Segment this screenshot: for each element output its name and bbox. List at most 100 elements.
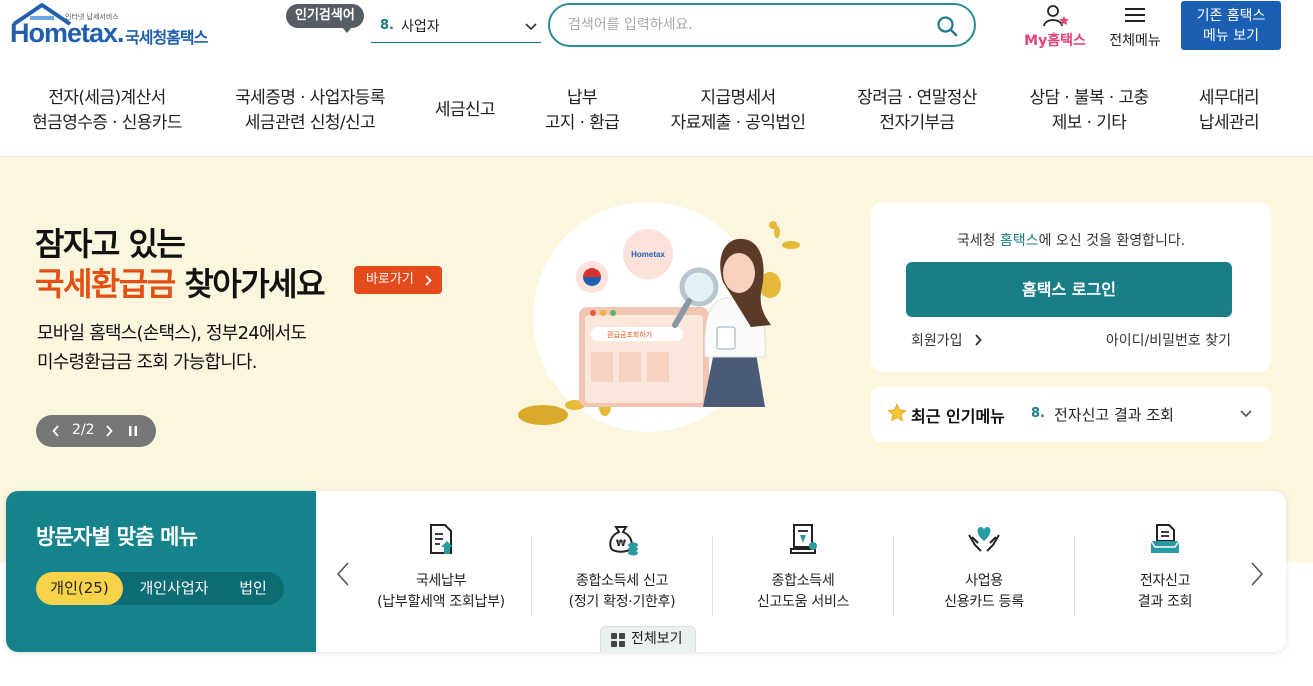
chevron-right-icon [425,275,432,286]
welcome-post: 에 오신 것을 환영합니다. [1038,233,1186,249]
tab-corporation[interactable]: 법인 [226,572,280,605]
popular-search-select[interactable]: 8. 사업자 [371,10,541,43]
recent-menu-title: 최근 인기메뉴 [911,407,1005,426]
banner-description: 모바일 홈택스(손택스), 정부24에서도 미수령환급금 조회 가능합니다. [37,319,307,377]
old-hometax-menu-button[interactable]: 기존 홈택스 메뉴 보기 [1181,1,1281,50]
logo-wordmark: Hometax. [10,18,125,48]
visitor-custom-menu: 방문자별 맞춤 메뉴 개인(25) 개인사업자 법인 국세납부 (납부할세액 조회… [6,491,1286,652]
hometax-logo[interactable]: 인터넷 납세서비스 Hometax. 국세청홈택스 [8,2,228,52]
nav-label-line: 세금관련 신청/신고 [244,113,376,133]
banner-desc-line: 미수령환급금 조회 가능합니다. [37,352,257,373]
nav-certificates[interactable]: 국세증명 · 사업자등록 세금관련 신청/신고 [235,86,385,136]
nav-label-line: 지급명세서 [700,88,776,108]
nav-label-line: 세금신고 [434,100,496,120]
login-card: 국세청 홈택스에 오신 것을 환영합니다. 홈택스 로그인 회원가입 아이디/비… [871,202,1271,372]
chevron-right-icon [975,334,982,346]
nav-label-line: 현금영수증 · 신용카드 [32,113,182,133]
search-icon[interactable] [936,15,958,37]
nav-label-line: 세무대리 [1198,88,1260,108]
popular-search-badge: 인기검색어 [286,4,364,33]
all-menu-label: 전체메뉴 [1109,33,1161,49]
welcome-pre: 국세청 [956,233,1000,249]
refund-illustration: Hometax 환급금조회하기 [518,202,800,432]
carousel-prev-icon[interactable] [336,561,350,587]
menu-item-line: 국세납부 [415,573,467,589]
tax-document-pay-icon [430,524,453,554]
menu-item-line: 결과 조회 [1137,594,1193,610]
main-navigation: 전자(세금)계산서 현금영수증 · 신용카드 국세증명 · 사업자등록 세금관련… [0,62,1313,157]
banner-go-button[interactable]: 바로가기 [354,266,442,294]
chevron-down-icon [1240,410,1252,418]
login-button[interactable]: 홈택스 로그인 [906,262,1232,317]
banner-headline-2: 국세환급금 찾아가세요 [35,259,326,305]
nav-payment-statements[interactable]: 지급명세서 자료제출 · 공익법인 [671,86,806,136]
heart-hands-icon [968,527,1000,552]
certificate-help-icon [790,524,817,554]
welcome-message: 국세청 홈택스에 오신 것을 환영합니다. [871,230,1271,250]
money-bag-won-icon: ₩ [609,526,638,556]
all-menu-button[interactable]: 전체메뉴 [1104,4,1166,50]
nav-label-line: 제보 · 기타 [1051,113,1127,133]
recent-popular-menu[interactable]: 최근 인기메뉴 8. 전자신고 결과 조회 [871,387,1271,442]
nav-label-line: 전자(세금)계산서 [48,88,166,108]
nav-label-line: 납부 [566,88,598,108]
my-hometax-label: My홈택스 [1024,33,1086,49]
find-id-password-link[interactable]: 아이디/비밀번호 찾기 [1106,330,1231,350]
banner-highlight: 국세환급금 [35,265,176,303]
banner-desc-line: 모바일 홈택스(손택스), 정부24에서도 [37,323,307,344]
nav-payment[interactable]: 납부 고지 · 환급 [545,86,620,136]
nav-e-invoice[interactable]: 전자(세금)계산서 현금영수증 · 신용카드 [32,86,182,136]
illust-screen-label: 환급금조회하기 [607,330,652,339]
chevron-down-icon [525,23,537,31]
document-tray-icon [1150,524,1180,553]
welcome-brand: 홈택스 [999,233,1039,249]
old-menu-line2: 메뉴 보기 [1203,28,1259,44]
tab-sole-proprietor[interactable]: 개인사업자 [128,572,220,605]
visitor-tabs: 개인(25) 개인사업자 법인 [36,572,284,605]
logo-agency-name: 국세청홈택스 [125,28,208,47]
nav-label-line: 장려금 · 연말정산 [857,88,977,108]
menu-item-line: 신고도움 서비스 [756,594,850,610]
menu-item-label: 종합소득세신고도움 서비스 [713,571,893,613]
star-icon [887,403,907,422]
popular-search-term: 사업자 [401,19,440,35]
nav-label-line: 국세증명 · 사업자등록 [235,88,385,108]
grid-icon [611,633,625,647]
search-input[interactable] [568,15,928,35]
view-all-label: 전체보기 [631,631,683,647]
visitor-menu-panel: 방문자별 맞춤 메뉴 개인(25) 개인사업자 법인 [6,491,316,652]
pause-icon[interactable] [128,425,138,437]
my-hometax-link[interactable]: My홈택스 [1020,4,1090,50]
join-link[interactable]: 회원가입 [911,330,963,350]
menu-item-line: (납부할세액 조회납부) [377,594,505,610]
nav-label-line: 고지 · 환급 [544,113,620,133]
nav-label-line: 납세관리 [1198,113,1260,133]
tab-individual[interactable]: 개인(25) [36,572,123,605]
slide-prev-icon[interactable] [52,425,60,437]
recent-menu-rank: 8. [1031,406,1045,421]
menu-item-label: 종합소득세 신고 (정기 확정·기한후) [532,571,712,613]
nav-tax-agent[interactable]: 세무대리 납세관리 [1198,86,1260,136]
nav-label-line: 자료제출 · 공익법인 [670,113,806,133]
svg-text:Hometax: Hometax [631,250,665,259]
menu-item-label: 사업용신용카드 등록 [894,571,1074,613]
nav-label-line: 전자기부금 [879,113,955,133]
nav-tax-filing[interactable]: 세금신고 [434,98,496,123]
nav-incentives[interactable]: 장려금 · 연말정산 전자기부금 [857,86,977,136]
slide-next-icon[interactable] [105,425,113,437]
menu-item-line: 신용카드 등록 [944,594,1024,610]
menu-item-line: 종합소득세 신고 [575,573,669,589]
old-menu-line1: 기존 홈택스 [1196,8,1266,24]
nav-consultation[interactable]: 상담 · 불복 · 고충 제보 · 기타 [1029,86,1149,136]
view-all-button[interactable]: 전체보기 [600,626,696,652]
user-star-icon [1043,5,1069,27]
popular-search-rank: 8. [380,18,394,33]
hamburger-menu-icon [1125,8,1145,22]
menu-item-line: 사업용 [965,573,1003,589]
menu-item-line: 종합소득세 [771,573,835,589]
menu-item-line: 전자신고 [1139,573,1191,589]
search-bar [548,3,976,47]
menu-item-label: 전자신고결과 조회 [1075,571,1255,613]
svg-text:₩: ₩ [616,539,626,549]
header: 인터넷 납세서비스 Hometax. 국세청홈택스 인기검색어 8. 사업자 M… [0,0,1313,62]
